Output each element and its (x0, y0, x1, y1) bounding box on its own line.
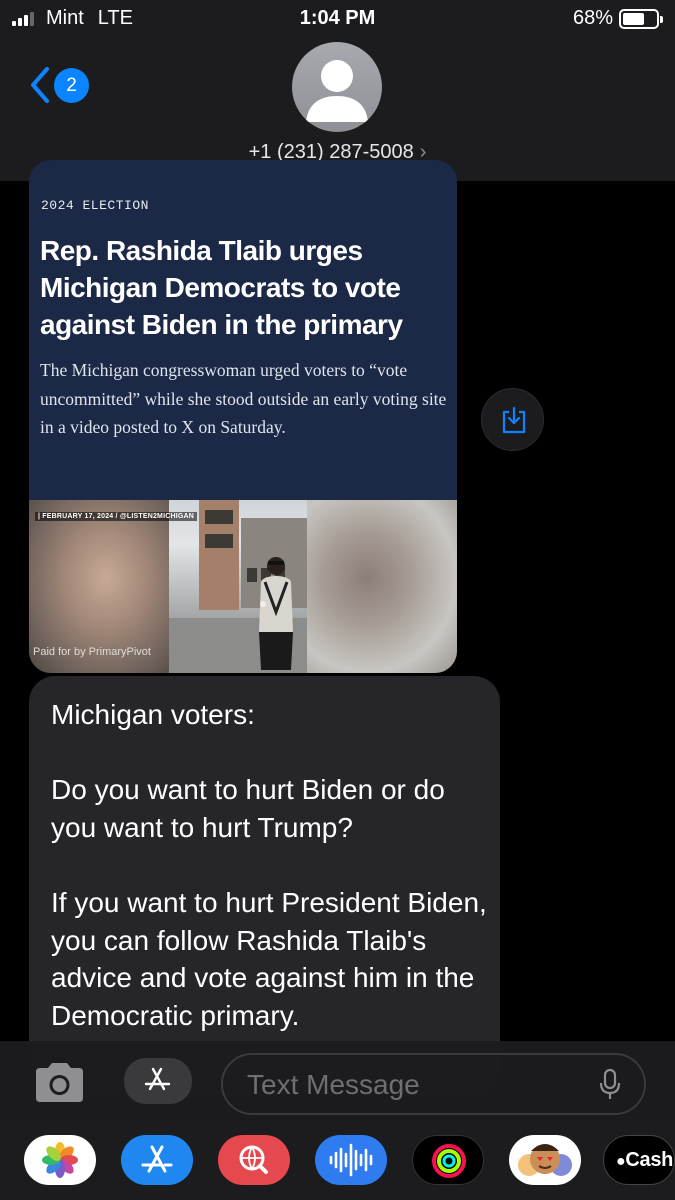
battery-icon (619, 8, 663, 29)
text-message-input[interactable]: Text Message (221, 1053, 646, 1115)
image-date-tag: | FEBRUARY 17, 2024 / @LISTEN2MICHIGAN (35, 512, 198, 521)
person-silhouette-icon (306, 60, 368, 122)
camera-icon[interactable] (32, 1060, 87, 1104)
audio-message-app-button[interactable] (315, 1135, 387, 1185)
web-search-app-button[interactable] (218, 1135, 290, 1185)
person-figure (259, 557, 293, 670)
link-preview-card[interactable]: 2024 ELECTION Rep. Rashida Tlaib urges M… (29, 160, 457, 673)
photos-app-button[interactable] (24, 1135, 96, 1185)
message-paragraph: Michigan voters: (51, 699, 255, 730)
article-image: | FEBRUARY 17, 2024 / @LISTEN2MICHIGAN P… (29, 500, 457, 673)
chevron-left-icon (31, 67, 49, 103)
message-paragraph: If you want to hurt President Biden, you… (51, 887, 487, 1031)
incoming-message-bubble[interactable]: Michigan voters: Do you want to hurt Bid… (29, 676, 500, 1096)
apple-cash-app-button[interactable]: ●Cash (603, 1135, 675, 1185)
article-header: 2024 ELECTION Rep. Rashida Tlaib urges M… (29, 160, 457, 500)
video-still-photo (169, 500, 307, 673)
web-search-icon (239, 1145, 268, 1174)
download-icon (502, 406, 526, 434)
fitness-icon (432, 1144, 466, 1178)
memoji-app-button[interactable] (509, 1135, 581, 1185)
apple-cash-icon: ●Cash (616, 1149, 674, 1171)
article-dek: The Michigan congresswoman urged voters … (40, 360, 447, 437)
imessage-app-drawer: ●Cash (0, 1121, 675, 1200)
back-button[interactable]: 2 (30, 66, 89, 104)
save-attachment-button[interactable] (481, 388, 544, 451)
article-kicker: 2024 ELECTION (41, 198, 149, 213)
app-store-icon (141, 1145, 173, 1173)
article-headline: Rep. Rashida Tlaib urges Michigan Democr… (40, 235, 403, 340)
unread-badge: 2 (54, 67, 89, 103)
conversation-header: Mint LTE 1:04 PM 68% 2 +1 (231) 287-5008… (0, 0, 675, 181)
message-paragraph: Do you want to hurt Biden or do you want… (51, 774, 445, 843)
blurred-photo-right (307, 500, 457, 673)
microphone-icon[interactable] (598, 1068, 622, 1102)
contact-avatar[interactable] (292, 42, 382, 132)
photos-icon (42, 1142, 78, 1178)
compose-bar: Text Message (0, 1041, 675, 1121)
input-placeholder: Text Message (247, 1069, 420, 1100)
app-store-icon (144, 1067, 171, 1091)
app-store-button[interactable] (124, 1058, 192, 1104)
app-store-app-button[interactable] (121, 1135, 193, 1185)
paid-for-disclaimer: Paid for by PrimaryPivot (33, 646, 151, 658)
battery-percent: 68% (572, 7, 613, 29)
audio-message-icon (329, 1143, 373, 1177)
memoji-icon (518, 1144, 572, 1176)
fitness-app-button[interactable] (412, 1135, 484, 1185)
status-bar: Mint LTE 1:04 PM 68% (0, 0, 675, 38)
